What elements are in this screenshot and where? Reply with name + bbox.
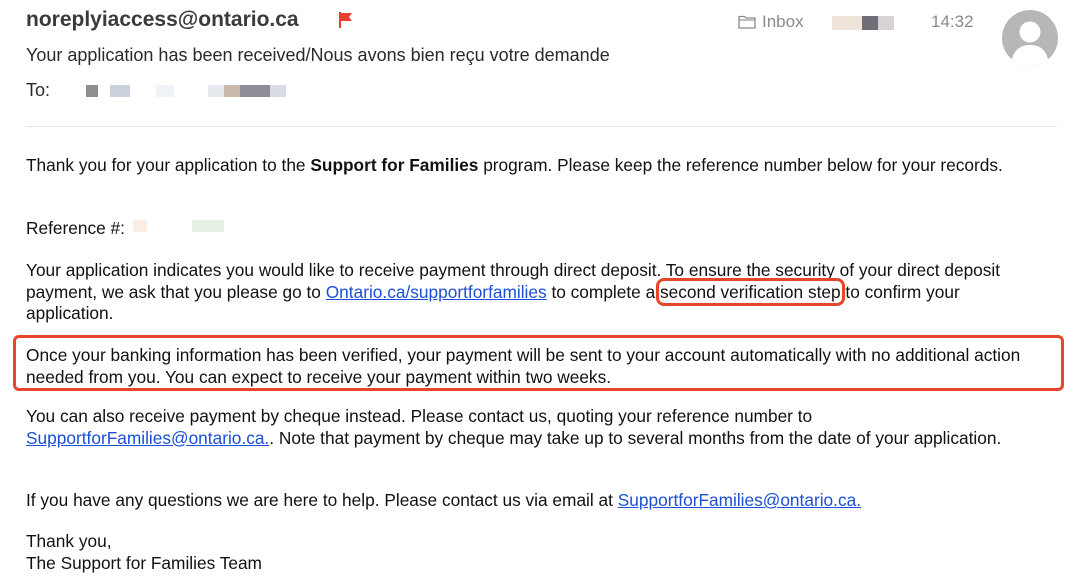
cheque-text-end: . Note that payment by cheque may take u… (269, 427, 1002, 448)
redacted-recipient (270, 85, 286, 97)
redacted-reference (133, 220, 147, 232)
mailbox-indicator[interactable]: Inbox (738, 12, 804, 32)
header-divider (26, 126, 1057, 127)
signature-block: Thank you, The Support for Families Team (26, 531, 262, 574)
received-time: 14:32 (931, 12, 974, 31)
avatar (1002, 10, 1058, 66)
reference-label: Reference #: (26, 218, 125, 238)
support-email-link[interactable]: SupportforFamilies@ontario.ca. (26, 428, 269, 448)
redacted-recipient (156, 85, 174, 97)
sender-address[interactable]: noreplyiaccess@ontario.ca (26, 8, 299, 32)
verification-text-mid: to complete a (546, 281, 661, 302)
redacted-recipient (224, 85, 240, 97)
questions-paragraph: If you have any questions we are here to… (26, 490, 861, 512)
mailbox-name: Inbox (762, 12, 804, 31)
highlighted-phrase: second verification step (656, 277, 845, 306)
to-label: To: (26, 80, 51, 100)
redacted-recipient (110, 85, 130, 97)
verification-paragraph: Your application indicates you would lik… (26, 260, 1036, 325)
email-subject: Your application has been received/Nous … (26, 45, 610, 65)
redacted-label (878, 16, 894, 30)
person-icon (1011, 21, 1049, 66)
support-link[interactable]: Ontario.ca/supportforfamilies (326, 282, 547, 302)
intro-text-end: program. Please keep the reference numbe… (478, 155, 1003, 175)
recipient-line: To: (26, 80, 50, 101)
intro-text: Thank you for your application to the (26, 155, 311, 175)
cheque-text: You can also receive payment by cheque i… (26, 406, 813, 426)
folder-icon (738, 15, 756, 29)
redacted-label (862, 16, 878, 30)
contact-email-link[interactable]: SupportforFamilies@ontario.ca. (618, 490, 861, 510)
reference-line: Reference #: (26, 218, 125, 240)
intro-paragraph: Thank you for your application to the Su… (26, 155, 1026, 177)
email-view: noreplyiaccess@ontario.ca Your applicati… (0, 0, 1080, 582)
program-name: Support for Families (310, 155, 479, 175)
flag-icon[interactable] (337, 11, 355, 29)
redacted-reference (192, 220, 224, 232)
cheque-paragraph: You can also receive payment by cheque i… (26, 406, 1026, 449)
redacted-recipient (240, 85, 270, 97)
redacted-label (832, 16, 862, 30)
signoff: Thank you, (26, 531, 112, 551)
questions-text: If you have any questions we are here to… (26, 490, 618, 510)
highlight-box (13, 335, 1064, 391)
redacted-recipient (86, 85, 98, 97)
signature: The Support for Families Team (26, 552, 262, 573)
redacted-recipient (208, 85, 224, 97)
